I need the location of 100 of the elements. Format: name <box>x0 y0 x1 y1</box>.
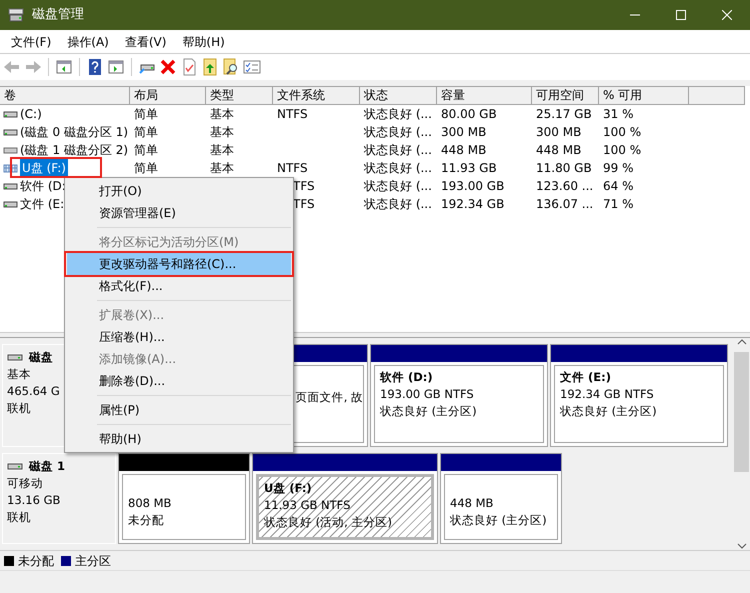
window-title: 磁盘管理 <box>32 6 85 24</box>
table-cell-text: 31 % <box>602 106 634 123</box>
menu-item[interactable]: 更改驱动器号和路径(C)... <box>67 253 291 275</box>
table-cell-text: TFS <box>292 178 316 195</box>
volume-name[interactable]: 文件 (E: <box>20 195 64 213</box>
table-cell-text: 状态良好 (... <box>363 178 433 195</box>
disk-name: 磁盘 1 <box>29 458 66 476</box>
disk-detail: 联机 <box>7 509 31 526</box>
column-header[interactable]: 卷 <box>0 86 130 105</box>
partition-detail: 状态良好 (主分区) <box>380 403 477 420</box>
scroll-up-icon[interactable] <box>736 338 746 346</box>
table-cell-text: 基本 <box>209 106 235 123</box>
table-cell-text: 193.00 GB <box>440 178 506 195</box>
table-cell-text: 71 % <box>602 196 634 213</box>
table-cell-text: 基本 <box>209 160 235 177</box>
partition-name: 软件 (D:) <box>380 369 433 386</box>
table-cell-text: 25.17 GB <box>535 106 593 123</box>
table-cell-text: 状态良好 (... <box>363 124 433 141</box>
column-header[interactable]: 类型 <box>206 86 273 105</box>
menu-item[interactable]: 属性(P) <box>67 399 291 421</box>
partition-detail: 未分配 <box>128 512 164 530</box>
drive-icon <box>3 109 18 119</box>
partition-block[interactable]: 文件 (E:) 192.34 GB NTFS 状态良好 (主分区) <box>550 344 728 448</box>
table-cell-text: 136.07 ... <box>535 196 594 213</box>
table-cell-text: 100 % <box>602 142 642 159</box>
table-cell-text: 基本 <box>209 124 235 141</box>
table-cell-text: 64 % <box>602 178 634 195</box>
menu-item[interactable]: 帮助(H) <box>67 428 291 450</box>
legend-label: 未分配 <box>18 552 54 570</box>
folder-magnifier-icon[interactable] <box>222 58 240 76</box>
menu-item[interactable]: 资源管理器(E) <box>67 202 291 224</box>
table-cell-text: 448 MB <box>535 142 582 159</box>
help-icon[interactable] <box>86 58 104 76</box>
partition-detail: 状态良好 (活动, 主分区) <box>264 514 392 532</box>
partition-detail: 448 MB <box>450 495 494 512</box>
table-cell-text: 状态良好 (... <box>363 106 433 123</box>
console-tree-icon[interactable] <box>55 58 73 76</box>
column-header[interactable]: 布局 <box>130 86 206 105</box>
table-cell-text: 80.00 GB <box>440 106 498 123</box>
column-header[interactable]: % 可用 <box>599 86 689 105</box>
volume-name[interactable]: (磁盘 0 磁盘分区 1) <box>20 123 128 141</box>
partition-block[interactable]: 软件 (D:) 193.00 GB NTFS 状态良好 (主分区) <box>370 344 548 448</box>
menu-item[interactable]: 格式化(F)... <box>67 275 291 297</box>
drive-icon <box>3 127 18 137</box>
table-cell-text: 简单 <box>133 142 159 159</box>
legend-label: 主分区 <box>75 552 111 570</box>
scrollbar[interactable] <box>733 338 750 550</box>
table-cell-text: 99 % <box>602 160 634 177</box>
table-cell-text: 状态良好 (... <box>363 142 433 159</box>
volume-name[interactable]: U盘 (F:) <box>20 159 68 177</box>
partition-detail: 11.93 GB NTFS <box>264 497 350 514</box>
drive-icon <box>3 199 18 209</box>
disk-detail: 465.64 G <box>7 383 60 400</box>
menu-item[interactable]: 删除卷(D)... <box>67 370 291 392</box>
volume-name[interactable]: (磁盘 1 磁盘分区 2) <box>20 141 128 159</box>
table-cell-text: 300 MB <box>535 124 582 141</box>
partition-detail: 193.00 GB NTFS <box>380 386 474 403</box>
table-cell-text: TFS <box>292 196 316 213</box>
partition-block[interactable]: 448 MB 状态良好 (主分区) <box>440 453 562 544</box>
column-header[interactable]: 文件系统 <box>273 86 360 105</box>
action-pane-icon[interactable] <box>107 58 125 76</box>
partition-detail: 页面文件, 故 <box>296 389 363 406</box>
column-header[interactable]: 可用空间 <box>532 86 599 105</box>
disk-management-icon <box>8 8 24 22</box>
menu-item[interactable]: 查看(V) <box>116 32 174 50</box>
column-header[interactable]: 容量 <box>437 86 532 105</box>
partition-name: U盘 (F:) <box>264 480 312 498</box>
table-cell-text: 100 % <box>602 124 642 141</box>
table-cell-text: 简单 <box>133 124 159 141</box>
scrollbar-thumb[interactable] <box>734 352 749 472</box>
drive-icon <box>3 181 18 191</box>
delete-icon[interactable] <box>159 58 177 76</box>
menu-item[interactable]: 操作(A) <box>59 32 117 50</box>
maximize-icon <box>676 10 686 20</box>
table-cell-text: 状态良好 (... <box>363 160 433 177</box>
menu-item[interactable]: 压缩卷(H)... <box>67 326 291 348</box>
volume-name[interactable]: (C:) <box>20 105 42 123</box>
column-header[interactable]: 状态 <box>360 86 437 105</box>
table-cell-text: 11.80 GB <box>535 160 593 177</box>
drive-icon <box>7 462 23 472</box>
checklist-icon[interactable] <box>243 58 261 76</box>
volume-name[interactable]: 软件 (D: <box>20 177 66 195</box>
table-cell-text: 300 MB <box>440 124 488 141</box>
scroll-down-icon[interactable] <box>736 542 746 550</box>
partition-detail: 192.34 GB NTFS <box>560 386 654 403</box>
menu-item[interactable]: 打开(O) <box>67 180 291 202</box>
table-cell-text: 11.93 GB <box>440 160 498 177</box>
partition-block[interactable]: 808 MB 未分配 <box>118 453 250 544</box>
menu-item[interactable]: 文件(F) <box>3 32 60 50</box>
table-cell-text: NTFS <box>276 106 309 123</box>
close-icon <box>722 10 732 20</box>
menu-item[interactable]: 帮助(H) <box>174 32 233 50</box>
table-cell-text: 123.60 ... <box>535 178 594 195</box>
partition-block[interactable]: U盘 (F:) 11.93 GB NTFS 状态良好 (活动, 主分区) <box>252 453 438 544</box>
partition-detail: 808 MB <box>128 495 172 512</box>
disk-name: 磁盘 <box>29 349 53 366</box>
drive-icon <box>7 352 23 362</box>
partition-name: 文件 (E:) <box>560 369 611 386</box>
table-cell-text: 192.34 GB <box>440 196 506 213</box>
drive-icon <box>3 145 18 155</box>
